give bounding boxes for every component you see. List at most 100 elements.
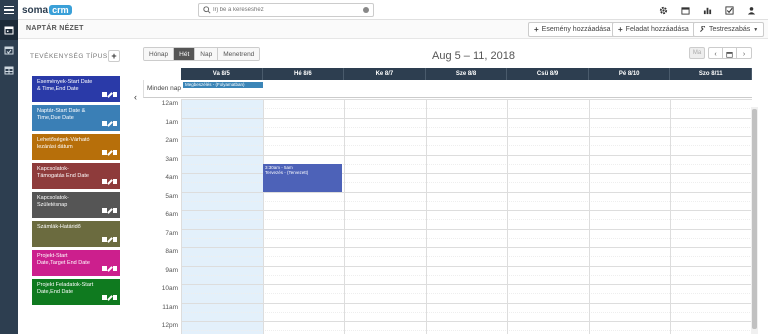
day-header[interactable]: Hé 8/6: [263, 68, 345, 80]
activity-type-item[interactable]: Számlák-Határidő: [32, 221, 120, 247]
all-day-event[interactable]: Megbeszélés - (Folyamatban): [183, 82, 263, 88]
activity-type-label: Számlák-Határidő: [37, 224, 81, 230]
left-rail: [0, 20, 18, 334]
add-activity-type-button[interactable]: +: [108, 50, 120, 62]
half-hour-line: [181, 237, 752, 239]
hour-line: [181, 99, 752, 100]
delete-icon[interactable]: [113, 121, 117, 126]
hour-line: [181, 321, 752, 322]
add-task-button[interactable]: + Feladat hozzáadása: [612, 22, 695, 37]
edit-icon[interactable]: [107, 266, 113, 272]
half-hour-line: [181, 330, 752, 332]
hour-label: 12pm: [161, 322, 178, 329]
activity-type-item[interactable]: Naptár-Start Date & Time,Due Date: [32, 105, 120, 131]
activity-type-item[interactable]: Projekt Feladatok-Start Date,End Date: [32, 279, 120, 305]
all-day-row[interactable]: Minden nap Megbeszélés - (Folyamatban): [143, 80, 752, 98]
calendar-scrollbar[interactable]: [751, 107, 758, 334]
edit-icon[interactable]: [107, 150, 113, 156]
day-header[interactable]: Szo 8/11: [670, 68, 752, 80]
top-bar: soma crm: [0, 0, 768, 20]
delete-icon[interactable]: [113, 208, 117, 213]
hour-line: [181, 228, 752, 230]
page-header: NAPTÁR NÉZET + Esemény hozzáadása + Fela…: [18, 20, 768, 39]
search-box[interactable]: [198, 3, 374, 17]
calendar-icon[interactable]: [674, 2, 696, 18]
day-header-row: Va 8/5 Hé 8/6 Ke 8/7 Sze 8/8 Csü 8/9 Pé …: [181, 68, 752, 80]
chevron-right-icon: ›: [742, 50, 746, 58]
delete-icon[interactable]: [113, 295, 117, 300]
user-icon[interactable]: [740, 2, 762, 18]
activity-type-item[interactable]: Események-Start Date & Time,End Date: [32, 76, 120, 102]
edit-icon[interactable]: [107, 179, 113, 185]
activity-type-item[interactable]: Kapcsolatok-Születésnap: [32, 192, 120, 218]
logo-text: soma: [22, 4, 49, 16]
rail-calendar-icon[interactable]: [0, 20, 18, 40]
day-column-line: [262, 99, 264, 334]
edit-icon[interactable]: [107, 121, 113, 127]
day-header[interactable]: Va 8/5: [181, 68, 263, 80]
today-button[interactable]: Ma: [689, 47, 705, 59]
tab-month[interactable]: Hónap: [144, 48, 175, 60]
day-header[interactable]: Pé 8/10: [589, 68, 671, 80]
collapse-sidebar-icon[interactable]: ‹: [134, 92, 137, 102]
hour-line: [181, 191, 752, 193]
activity-type-item[interactable]: Projekt-Start Date,Target End Date: [32, 250, 120, 276]
day-column-line: [425, 99, 427, 334]
tab-agenda[interactable]: Menetrend: [218, 48, 260, 60]
view-tabs: Hónap Hét Nap Menetrend: [143, 47, 261, 61]
next-week-button[interactable]: ›: [737, 48, 751, 58]
sidebar-title: TEVÉKENYSÉG TÍPUS: [30, 53, 108, 60]
delete-icon[interactable]: [113, 150, 117, 155]
menu-icon[interactable]: [0, 0, 18, 20]
add-event-label: Esemény hozzáadása: [541, 26, 611, 33]
scrollbar-thumb[interactable]: [752, 109, 757, 329]
edit-icon[interactable]: [107, 237, 113, 243]
activity-type-item[interactable]: Kapcsolatok-Támogatás End Date: [32, 163, 120, 189]
activity-type-label: Projekt-Start Date,Target End Date: [37, 253, 90, 266]
rail-calendar-check-icon[interactable]: [0, 40, 18, 60]
timed-event[interactable]: 3:30am - 5am Tervezés - (Tervezett): [263, 163, 342, 192]
calendar-nav: Ma ‹ ›: [689, 47, 752, 59]
add-event-button[interactable]: + Esemény hozzáadása: [528, 22, 617, 37]
delete-icon[interactable]: [113, 266, 117, 271]
today-column: [181, 99, 263, 334]
hour-label: 4am: [165, 174, 178, 181]
time-grid[interactable]: 12am 1am 2am 3am 4am 5am 6am 7am 8am 9am 10am 11am 1…: [143, 99, 752, 334]
delete-icon[interactable]: [113, 237, 117, 242]
hour-label: 7am: [165, 229, 178, 237]
delete-icon[interactable]: [113, 179, 117, 184]
day-column-line: [670, 99, 672, 334]
activity-type-actions: [102, 179, 117, 185]
tab-week[interactable]: Hét: [174, 48, 196, 60]
plus-icon: +: [534, 25, 539, 34]
clear-icon[interactable]: [363, 7, 369, 13]
add-task-label: Feladat hozzáadása: [625, 26, 689, 33]
customize-button[interactable]: Testreszabás ▼: [693, 22, 765, 37]
edit-icon[interactable]: [107, 295, 113, 301]
hour-label: 9am: [165, 266, 178, 274]
task-check-icon[interactable]: [718, 2, 740, 18]
calendar-picker-icon: [726, 51, 733, 58]
hour-label: 3am: [165, 155, 178, 163]
day-header[interactable]: Csü 8/9: [507, 68, 589, 80]
day-column-line: [588, 99, 590, 334]
activity-type-item[interactable]: Lehetőségek-Várható lezárási dátum: [32, 134, 120, 160]
customize-label: Testreszabás: [709, 26, 751, 33]
delete-icon[interactable]: [113, 92, 117, 97]
hour-label: 2am: [165, 137, 178, 144]
rail-calendar-grid-icon[interactable]: [0, 60, 18, 80]
date-picker-button[interactable]: [723, 48, 737, 58]
tab-day[interactable]: Nap: [195, 48, 219, 60]
hour-line: [181, 247, 752, 248]
day-header[interactable]: Ke 8/7: [344, 68, 426, 80]
chart-icon[interactable]: [696, 2, 718, 18]
edit-icon[interactable]: [107, 208, 113, 214]
day-header[interactable]: Sze 8/8: [426, 68, 508, 80]
edit-icon[interactable]: [107, 92, 113, 98]
wrench-icon: [700, 26, 706, 32]
logo[interactable]: soma crm: [22, 3, 72, 17]
prev-week-button[interactable]: ‹: [709, 48, 723, 58]
search-input[interactable]: [213, 5, 363, 15]
activity-type-actions: [102, 266, 117, 272]
settings-icon[interactable]: [652, 2, 674, 18]
